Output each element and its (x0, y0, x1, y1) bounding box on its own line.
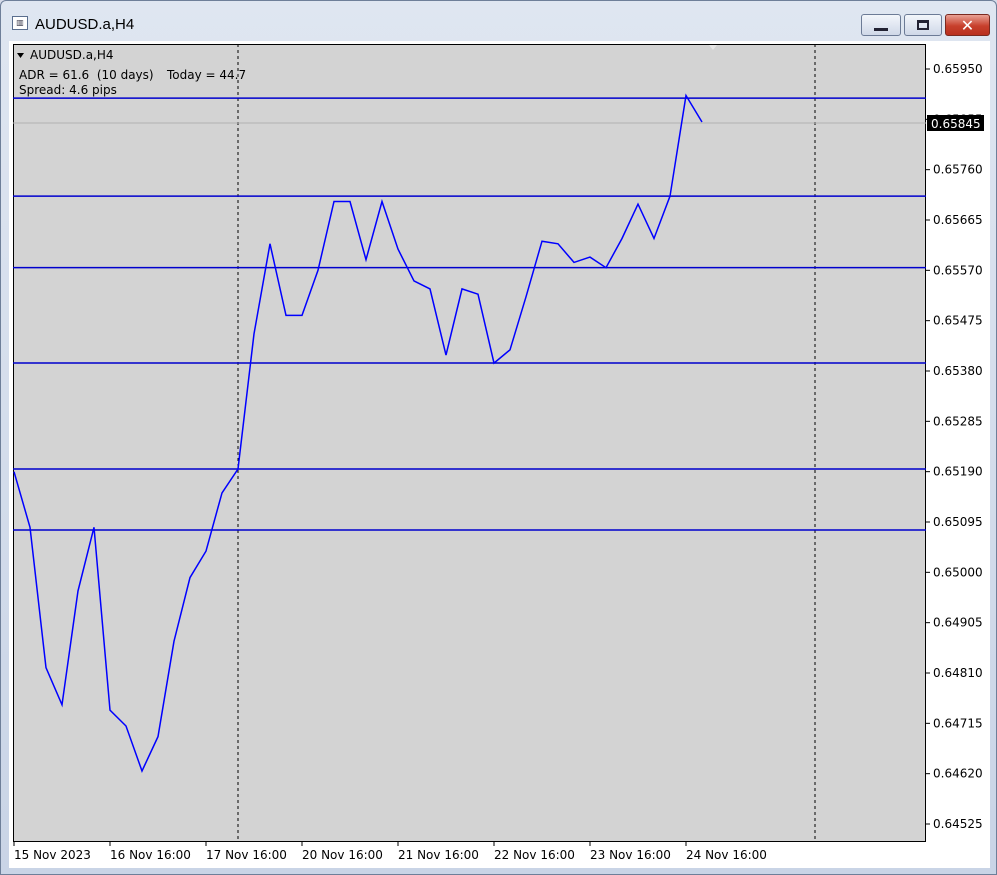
chart-area[interactable]: 0.659500.658550.657600.656650.655700.654… (9, 41, 990, 868)
price-axis[interactable]: 0.659500.658550.657600.656650.655700.654… (926, 62, 983, 831)
y-tick-label: 0.65095 (933, 515, 983, 529)
spread-text: Spread: 4.6 pips (19, 83, 117, 97)
current-price-label: 0.65845 (927, 115, 984, 131)
y-tick-label: 0.64905 (933, 616, 983, 630)
today-text: Today = 44.7 (166, 68, 246, 82)
y-tick-label: 0.64525 (933, 817, 983, 831)
title-bar[interactable]: ▥ AUDUSD.a,H4 ✕ (1, 1, 996, 41)
adr-text: ADR = 61.6 (10 days) (19, 68, 154, 82)
price-chart[interactable]: 0.659500.658550.657600.656650.655700.654… (9, 41, 990, 868)
x-tick-label: 21 Nov 16:00 (398, 848, 479, 862)
minimize-icon (874, 27, 888, 31)
chart-window-icon: ▥ (12, 16, 28, 30)
maximize-icon (917, 20, 929, 30)
y-tick-label: 0.65760 (933, 163, 983, 177)
y-tick-label: 0.65475 (933, 314, 983, 328)
x-tick-label: 16 Nov 16:00 (110, 848, 191, 862)
y-tick-label: 0.65665 (933, 213, 983, 227)
x-tick-label: 20 Nov 16:00 (302, 848, 383, 862)
x-tick-label: 15 Nov 2023 (14, 848, 91, 862)
time-axis[interactable]: 15 Nov 2023 16 Nov 16:00 17 Nov 16:00 20 No… (13, 842, 767, 862)
x-tick-label: 23 Nov 16:00 (590, 848, 671, 862)
y-tick-label: 0.65950 (933, 62, 983, 76)
y-tick-label: 0.64715 (933, 716, 983, 730)
y-tick-label: 0.65570 (933, 263, 983, 277)
minimize-button[interactable] (861, 14, 901, 36)
y-tick-label: 0.64620 (933, 767, 983, 781)
window-title: AUDUSD.a,H4 (35, 16, 135, 33)
symbol-label: AUDUSD.a,H4 (30, 48, 114, 62)
y-tick-label: 0.65285 (933, 414, 983, 428)
close-icon: ✕ (960, 15, 975, 35)
x-tick-label: 17 Nov 16:00 (206, 848, 287, 862)
x-tick-label: 24 Nov 16:00 (686, 848, 767, 862)
y-tick-label: 0.65190 (933, 465, 983, 479)
plot-background (13, 44, 926, 842)
maximize-button[interactable] (904, 14, 942, 36)
x-tick-label: 22 Nov 16:00 (494, 848, 575, 862)
y-tick-label: 0.65000 (933, 565, 983, 579)
chart-window: ▥ AUDUSD.a,H4 ✕ 0.659500.658550.657600.6… (0, 0, 997, 875)
close-button[interactable]: ✕ (945, 14, 990, 36)
current-price-value: 0.65845 (931, 117, 981, 131)
y-tick-label: 0.64810 (933, 666, 983, 680)
y-tick-label: 0.65380 (933, 364, 983, 378)
